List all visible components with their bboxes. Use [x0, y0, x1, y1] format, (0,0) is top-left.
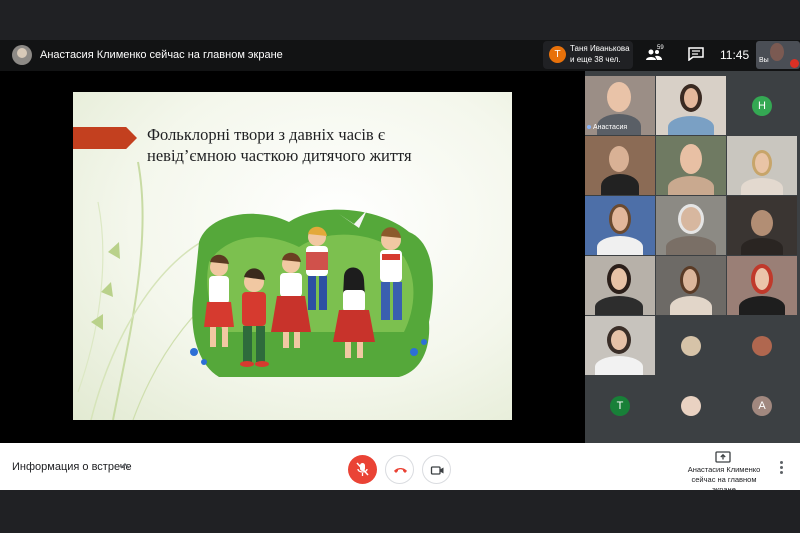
mic-off-icon — [356, 462, 369, 476]
clock: 11:45 — [720, 48, 750, 62]
participant-name: Анастасия — [593, 124, 628, 131]
self-view-tile[interactable]: Вы — [756, 41, 800, 69]
end-call-button[interactable] — [385, 455, 414, 484]
participant-tile[interactable] — [656, 376, 726, 435]
participants-grid: Анастасия Н T A — [585, 71, 800, 443]
participant-tile[interactable] — [656, 316, 726, 375]
notification-avatar: T — [549, 46, 566, 63]
children-dancing-illustration — [190, 209, 433, 377]
participant-tile[interactable] — [656, 256, 726, 315]
participant-tile[interactable]: Анастасия — [585, 76, 655, 135]
participant-photo-avatar — [681, 336, 701, 356]
meeting-info-button[interactable]: Информация о встрече — [12, 461, 132, 473]
participant-initial-avatar: Н — [752, 96, 772, 116]
window-top-band — [0, 0, 800, 40]
camera-toggle-button[interactable] — [422, 455, 451, 484]
participant-tile[interactable] — [727, 196, 797, 255]
participant-initial-avatar: A — [752, 396, 772, 416]
slide-title: Фольклорні твори з давніх часів є невід’… — [147, 125, 412, 165]
participant-tile[interactable] — [727, 256, 797, 315]
presenter-avatar — [12, 45, 32, 65]
participant-tile[interactable] — [656, 76, 726, 135]
participant-tile[interactable] — [585, 256, 655, 315]
participant-tile[interactable]: Н — [727, 76, 797, 135]
notification-others: и еще 38 чел. — [570, 55, 621, 64]
participant-tile[interactable] — [656, 136, 726, 195]
self-face — [770, 43, 784, 61]
muted-mic-icon — [790, 59, 799, 68]
participant-tile[interactable] — [585, 316, 655, 375]
notification-name: Таня Иванькова — [570, 44, 630, 53]
participant-tile[interactable]: T — [585, 376, 655, 435]
present-screen-icon[interactable] — [715, 451, 731, 464]
video-camera-icon — [430, 466, 444, 475]
more-options-icon[interactable] — [780, 461, 784, 475]
slide-title-arrow — [73, 127, 137, 149]
participants-button[interactable]: 59 — [640, 45, 670, 65]
chevron-up-icon[interactable] — [120, 462, 130, 470]
mic-toggle-button[interactable] — [348, 455, 377, 484]
participant-tile[interactable] — [656, 196, 726, 255]
window-bottom-band — [0, 490, 800, 533]
self-label: Вы — [759, 57, 769, 64]
speaking-indicator-icon — [587, 125, 591, 129]
participant-initial-avatar: T — [610, 396, 630, 416]
participant-tile[interactable] — [727, 136, 797, 195]
participant-tile[interactable] — [727, 316, 797, 375]
presentation-slide: Фольклорні твори з давніх часів є невід’… — [73, 92, 512, 420]
participant-photo-avatar — [681, 396, 701, 416]
participants-count: 59 — [657, 45, 664, 51]
participant-tile[interactable] — [585, 196, 655, 255]
hang-up-icon — [394, 468, 407, 473]
participant-tile[interactable] — [585, 136, 655, 195]
participant-tile[interactable]: A — [727, 376, 797, 435]
participant-photo-avatar — [752, 336, 772, 356]
chat-icon[interactable] — [688, 47, 704, 61]
presenter-banner: Анастасия Клименко сейчас на главном экр… — [40, 49, 283, 61]
